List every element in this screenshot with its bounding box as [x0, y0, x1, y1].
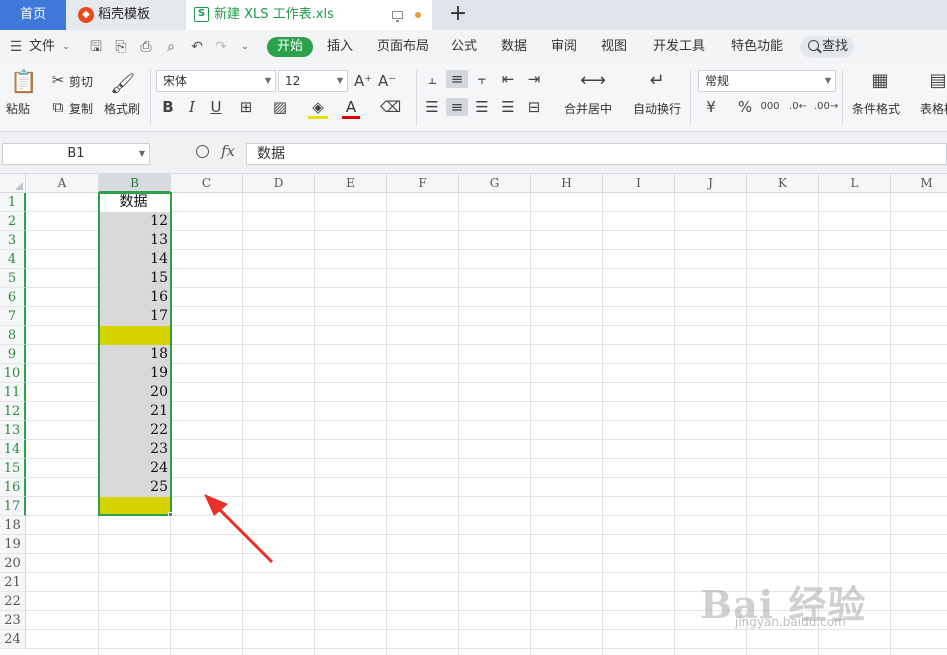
annotation-arrow	[204, 494, 274, 564]
arrow-shaft	[214, 504, 274, 564]
watermark-url: jingyan.baidu.com	[735, 615, 846, 629]
